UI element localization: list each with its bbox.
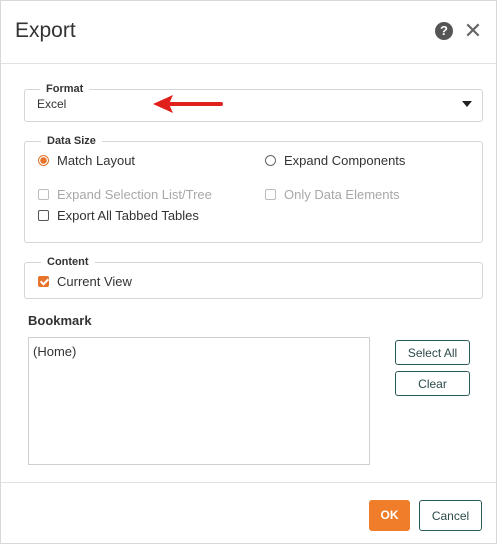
content-group: Content Current View xyxy=(24,255,483,299)
format-group: Format Excel xyxy=(24,82,483,122)
dialog-header: Export ? ✕ xyxy=(1,1,496,64)
export-all-tabbed-label: Export All Tabbed Tables xyxy=(57,207,199,223)
bookmark-list[interactable]: (Home) xyxy=(28,337,370,465)
select-all-button[interactable]: Select All xyxy=(395,340,470,365)
current-view-checkbox[interactable]: Current View xyxy=(38,272,132,290)
footer-divider xyxy=(1,482,496,483)
expand-selection-checkbox: Expand Selection List/Tree xyxy=(38,185,212,203)
cancel-button[interactable]: Cancel xyxy=(419,500,482,531)
annotation-arrow-icon xyxy=(153,95,223,113)
chevron-down-icon xyxy=(462,101,472,107)
close-icon[interactable]: ✕ xyxy=(463,19,483,43)
dialog-title: Export xyxy=(15,19,76,42)
export-all-tabbed-checkbox[interactable]: Export All Tabbed Tables xyxy=(38,206,199,224)
match-layout-label: Match Layout xyxy=(57,152,136,168)
only-data-elements-checkbox: Only Data Elements xyxy=(265,185,400,203)
data-size-legend: Data Size xyxy=(41,134,102,148)
checkbox-icon xyxy=(38,209,49,221)
expand-components-radio[interactable]: Expand Components xyxy=(265,151,405,169)
clear-button[interactable]: Clear xyxy=(395,371,470,396)
radio-unchecked-icon xyxy=(265,154,276,166)
radio-checked-icon xyxy=(38,154,49,166)
content-legend: Content xyxy=(41,255,95,269)
checkbox-checked-icon xyxy=(38,275,49,287)
bookmark-label: Bookmark xyxy=(28,313,92,328)
checkbox-icon xyxy=(265,188,276,200)
only-data-elements-label: Only Data Elements xyxy=(284,186,400,202)
match-layout-radio[interactable]: Match Layout xyxy=(38,151,135,169)
bookmark-item-home[interactable]: (Home) xyxy=(33,344,76,359)
format-select-value: Excel xyxy=(37,97,67,111)
ok-button[interactable]: OK xyxy=(369,500,410,531)
checkbox-icon xyxy=(38,188,49,200)
data-size-group: Data Size Match Layout Expand Components… xyxy=(24,134,483,243)
help-icon[interactable]: ? xyxy=(435,22,453,40)
expand-components-label: Expand Components xyxy=(284,152,406,168)
format-select[interactable]: Excel xyxy=(25,90,482,121)
export-dialog: Export ? ✕ Format Excel Data Size Match … xyxy=(0,0,497,544)
expand-selection-label: Expand Selection List/Tree xyxy=(57,186,212,202)
current-view-label: Current View xyxy=(57,273,132,289)
